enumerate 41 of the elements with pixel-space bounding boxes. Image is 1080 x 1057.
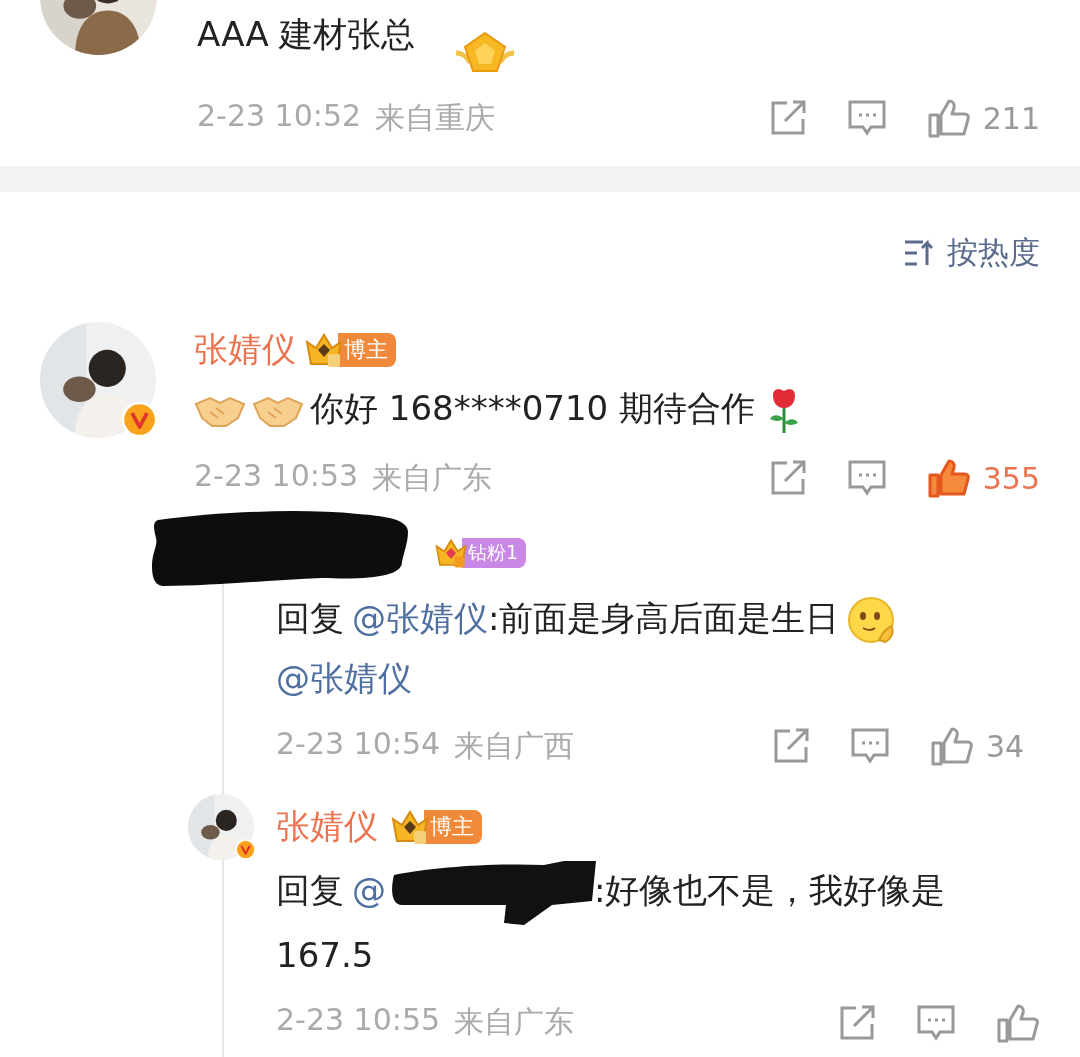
- comment-time: 2-23 10:54: [276, 725, 441, 763]
- thumbs-up-icon: [996, 1002, 1040, 1043]
- comment-button[interactable]: [850, 727, 890, 765]
- author-name[interactable]: 张婧仪: [194, 327, 296, 373]
- mention-link[interactable]: @张婧仪: [352, 598, 488, 638]
- comment-location: 来自广西: [454, 726, 575, 765]
- like-button[interactable]: 355: [926, 458, 1040, 498]
- comment-time: 2-23 10:53: [194, 457, 359, 495]
- share-icon: [772, 728, 810, 764]
- thumbs-up-icon: [930, 726, 974, 766]
- comment-text: 你好 168****0710 期待合作: [194, 378, 1040, 438]
- mention-link[interactable]: @张婧仪: [276, 658, 412, 698]
- share-button[interactable]: [772, 728, 810, 764]
- comment-time: 2-23 10:52: [197, 97, 362, 135]
- comment-icon: [846, 459, 887, 497]
- comment-location: 来自广东: [454, 1003, 575, 1041]
- comment-button[interactable]: [916, 1003, 956, 1042]
- thumbs-up-icon: [926, 98, 971, 138]
- comment-time: 2-23 10:55: [276, 1002, 441, 1039]
- badge-label: 钻粉1: [462, 538, 527, 568]
- mention-link[interactable]: @: [352, 870, 386, 910]
- badge-label: 博主: [424, 810, 482, 844]
- comment-icon: [850, 727, 890, 765]
- like-button[interactable]: 34: [930, 726, 1040, 766]
- comment-button[interactable]: [846, 459, 887, 497]
- comment-text: 回复 @张婧仪:前面是身高后面是生日 @张婧仪: [276, 588, 1040, 708]
- like-button[interactable]: [996, 1002, 1040, 1043]
- badge-label: 博主: [338, 333, 396, 367]
- share-button[interactable]: [838, 1004, 876, 1041]
- comment-location: 来自重庆: [375, 98, 496, 137]
- comment-text: 回复 @ :好像也不是，我好像是 167.5: [276, 860, 1040, 985]
- comment-location: 来自广东: [372, 458, 493, 497]
- author-name[interactable]: AAA 建材张总: [197, 12, 416, 58]
- author-name[interactable]: 张婧仪: [276, 804, 378, 850]
- comment-button[interactable]: [846, 99, 887, 137]
- thumbs-up-icon: [926, 458, 971, 498]
- comment-icon: [846, 99, 887, 137]
- share-icon: [838, 1004, 876, 1041]
- comment-icon: [916, 1003, 956, 1042]
- sort-button[interactable]: 按热度: [903, 232, 1040, 274]
- like-button[interactable]: 211: [926, 98, 1040, 138]
